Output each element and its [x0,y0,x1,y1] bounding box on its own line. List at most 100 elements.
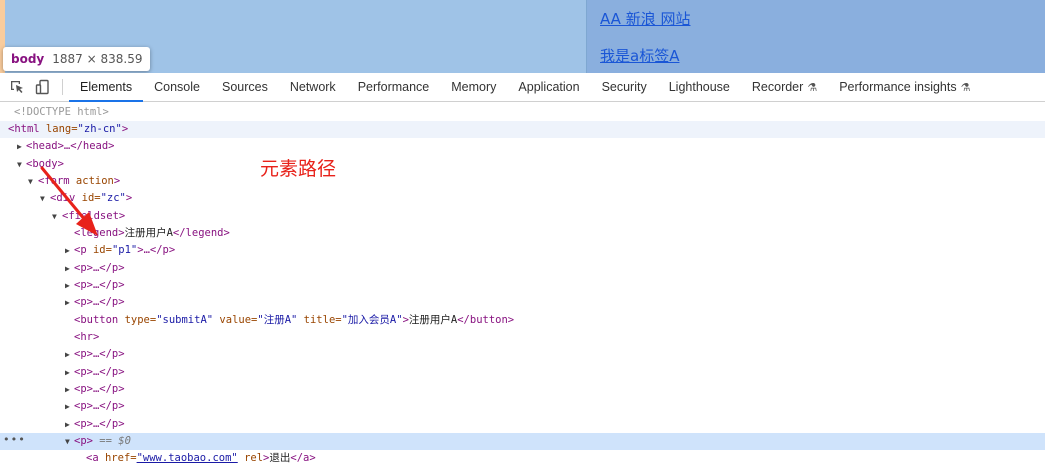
expand-triangle-icon[interactable]: ▶ [65,294,70,311]
collapse-triangle-icon[interactable]: ▼ [40,190,45,207]
dom-node-fieldset[interactable]: ▼ <fieldset> [0,208,1045,225]
flask-icon: ⚗ [807,81,818,94]
dom-node-p1[interactable]: ▶ <p id="p1">…</p> [0,242,1045,259]
device-toolbar-icon[interactable] [30,73,56,101]
dom-node-head[interactable]: ▶ <head>…</head> [0,138,1045,155]
tooltip-dimensions: 1887 × 838.59 [52,52,143,66]
tag-close: </legend> [172,227,230,239]
tab-label: Recorder [751,80,804,94]
dom-node-button[interactable]: <button type="submitA" value="注册A" title… [0,312,1045,329]
a-text: <a href="www.taobao.com" rel>退出</a> [86,450,316,467]
tag-name: <p [74,244,87,256]
a-tag-link[interactable]: 我是a标签A [600,45,679,66]
doctype-text: <!DOCTYPE html> [14,106,109,118]
dom-node-p[interactable]: ▶ <p>…</p> [0,398,1045,415]
attr-value: "p1" [111,244,138,256]
tab-application[interactable]: Application [507,73,590,101]
tab-performance[interactable]: Performance [347,73,441,101]
dom-node-form[interactable]: ▼ <form action> [0,173,1045,190]
attr-name: title= [297,314,342,326]
dom-node-a[interactable]: <a href="www.taobao.com" rel>退出</a> [0,450,1045,467]
tab-label: Network [289,80,336,94]
legend-text: <legend>注册用户A</legend> [74,225,230,242]
dom-node-doctype[interactable]: <!DOCTYPE html> [0,104,1045,121]
div-text: <div id="zc"> [50,190,132,207]
tag-close: >…</p> [137,244,176,256]
collapse-triangle-icon[interactable]: ▼ [28,173,33,190]
tag-name: <legend> [74,227,125,239]
form-text: <form action> [38,173,120,190]
flask-icon: ⚗ [960,81,971,94]
expand-triangle-icon[interactable]: ▶ [65,277,70,294]
expand-triangle-icon[interactable]: ▶ [65,242,70,259]
button-text: <button type="submitA" value="注册A" title… [74,312,514,329]
dom-node-body[interactable]: ▼ <body> [0,156,1045,173]
node-text: 注册用户A [124,227,173,239]
collapse-triangle-icon[interactable]: ▼ [17,156,22,173]
tab-label: Sources [221,80,268,94]
p-text: <p>…</p> [74,262,125,274]
element-tooltip: body 1887 × 838.59 [3,47,151,71]
tab-label: Memory [451,80,497,94]
expand-triangle-icon[interactable]: ▶ [65,416,70,433]
collapse-triangle-icon[interactable]: ▼ [65,433,70,450]
dom-node-p[interactable]: ▶ <p>…</p> [0,346,1045,363]
toolbar-separator [62,79,63,95]
dom-node-div[interactable]: ▼ <div id="zc"> [0,190,1045,207]
tag-end: > [113,175,121,187]
selected-marker: == $0 [92,435,131,447]
tag-name: <a [86,452,99,464]
sina-link[interactable]: AA 新浪 网站 [600,8,690,29]
html-text: <html lang="zh-cn"> [8,121,128,138]
tab-security[interactable]: Security [591,73,658,101]
tab-lighthouse[interactable]: Lighthouse [658,73,741,101]
dom-node-p[interactable]: ▶ <p>…</p> [0,416,1045,433]
node-text: 注册用户A [408,314,458,326]
dom-node-hr[interactable]: <hr> [0,329,1045,346]
dom-node-p-selected[interactable]: ••• ▼ <p> == $0 [0,433,1045,450]
tab-label: Elements [80,80,133,94]
inspect-element-icon[interactable] [4,73,30,101]
tab-label: Console [154,80,200,94]
tag-end: > [125,192,133,204]
dom-node-p[interactable]: ▶ <p>…</p> [0,277,1045,294]
expand-triangle-icon[interactable]: ▶ [65,398,70,415]
expand-triangle-icon[interactable]: ▶ [17,138,22,155]
attr-name: id= [75,192,101,204]
node-text: 退出 [269,452,291,464]
collapse-triangle-icon[interactable]: ▼ [52,208,57,225]
tab-recorder[interactable]: Recorder ⚗ [741,73,828,101]
dom-node-p[interactable]: ▶ <p>…</p> [0,294,1045,311]
attr-name: id= [86,244,112,256]
dom-node-p[interactable]: ▶ <p>…</p> [0,364,1045,381]
tag-close: </a> [290,452,316,464]
more-options-icon[interactable]: ••• [3,431,26,448]
tag-end: > [121,123,129,135]
tab-elements[interactable]: Elements [69,73,144,102]
attr-value: "submitA" [156,314,214,326]
attr-value: "zh-cn" [77,123,122,135]
attr-value-link[interactable]: "www.taobao.com" [137,452,238,464]
dom-node-p[interactable]: ▶ <p>…</p> [0,381,1045,398]
tab-console[interactable]: Console [143,73,211,101]
tag-name: <form [38,175,70,187]
expand-triangle-icon[interactable]: ▶ [65,364,70,381]
dom-node-legend[interactable]: <legend>注册用户A</legend> [0,225,1045,242]
expand-triangle-icon[interactable]: ▶ [65,346,70,363]
attr-name: href= [98,452,137,464]
hr-text: <hr> [74,331,100,343]
tab-sources[interactable]: Sources [211,73,279,101]
attr-name: rel [237,452,264,464]
elements-tree: <!DOCTYPE html> <html lang="zh-cn"> ▶ <h… [0,102,1045,467]
dom-node-html[interactable]: <html lang="zh-cn"> [0,121,1045,138]
tab-network[interactable]: Network [279,73,347,101]
tab-memory[interactable]: Memory [440,73,507,101]
dom-node-p[interactable]: ▶ <p>…</p> [0,260,1045,277]
expand-triangle-icon[interactable]: ▶ [65,260,70,277]
p1-text: <p id="p1">…</p> [74,242,175,259]
tab-performance-insights[interactable]: Performance insights ⚗ [828,73,981,101]
expand-triangle-icon[interactable]: ▶ [65,381,70,398]
tag-name: <html [8,123,40,135]
p-selected-text: <p> == $0 [74,433,131,450]
devtools-toolbar: Elements Console Sources Network Perform… [0,73,1045,102]
